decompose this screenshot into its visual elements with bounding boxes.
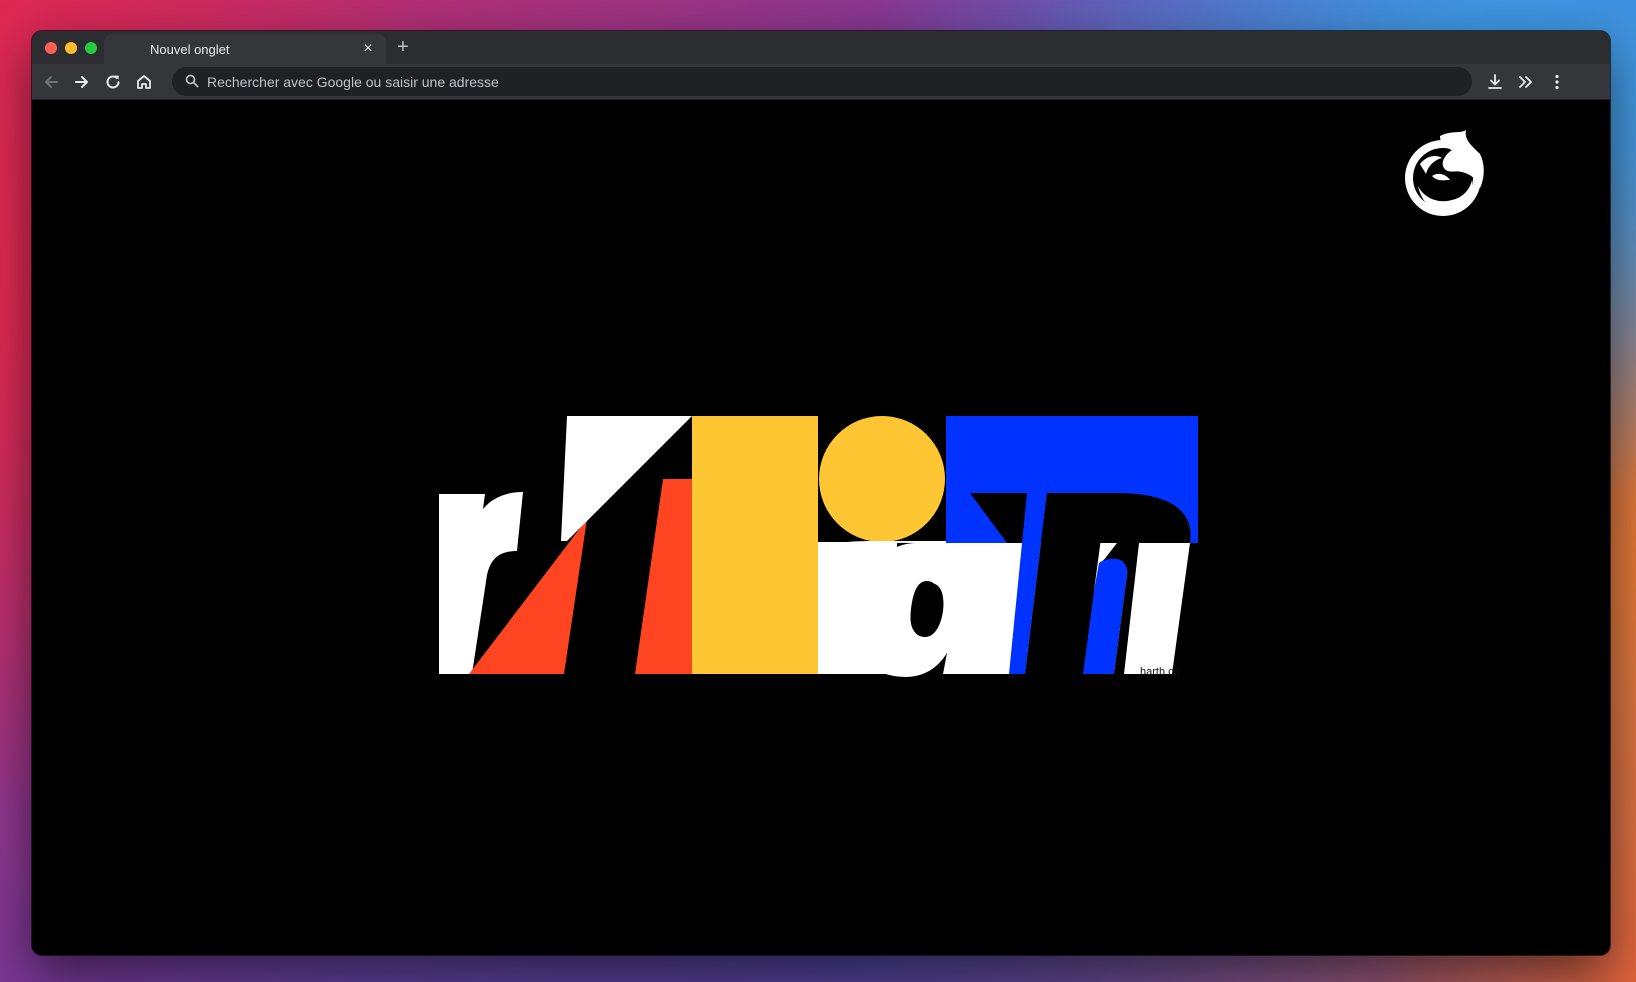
fox-logo-icon[interactable] [1400,128,1490,222]
search-icon [185,74,199,88]
extensions-overflow-button[interactable] [1513,69,1539,95]
tab-strip: Nouvel onglet × + [32,31,1610,64]
kebab-menu-icon [1555,74,1559,90]
browser-window: Nouvel onglet × + Rechercher avec Google… [32,31,1610,955]
art-yellow-circle [819,416,945,542]
arrow-left-icon [45,76,58,88]
window-controls [45,42,97,54]
window-maximize-button[interactable] [85,42,97,54]
reload-icon [106,75,120,89]
browser-menu-button[interactable] [1544,69,1570,95]
tab-close-icon[interactable]: × [360,41,376,57]
geometric-wordmark-artwork [439,416,1198,677]
window-minimize-button[interactable] [65,42,77,54]
home-button[interactable] [131,69,157,95]
chevron-double-right-icon [1519,76,1532,88]
back-button[interactable] [38,69,64,95]
downloads-button[interactable] [1482,69,1508,95]
browser-toolbar: Rechercher avec Google ou saisir une adr… [32,64,1610,100]
address-bar-placeholder: Rechercher avec Google ou saisir une adr… [207,74,499,90]
new-tab-button[interactable]: + [392,36,414,58]
art-yellow-block [692,416,818,674]
tab-title: Nouvel onglet [150,42,230,57]
forward-button[interactable] [69,69,95,95]
artwork-credit-text[interactable]: harth.co [1140,666,1180,678]
desktop-wallpaper: Nouvel onglet × + Rechercher avec Google… [0,0,1636,982]
tab-active[interactable]: Nouvel onglet × [104,34,386,64]
page-content: harth.co [32,100,1610,955]
download-icon [1488,74,1502,89]
arrow-right-icon [75,76,88,88]
art-red-slab [635,479,692,674]
home-icon [137,75,151,89]
reload-button[interactable] [100,69,126,95]
window-close-button[interactable] [45,42,57,54]
address-bar[interactable]: Rechercher avec Google ou saisir une adr… [172,67,1472,96]
